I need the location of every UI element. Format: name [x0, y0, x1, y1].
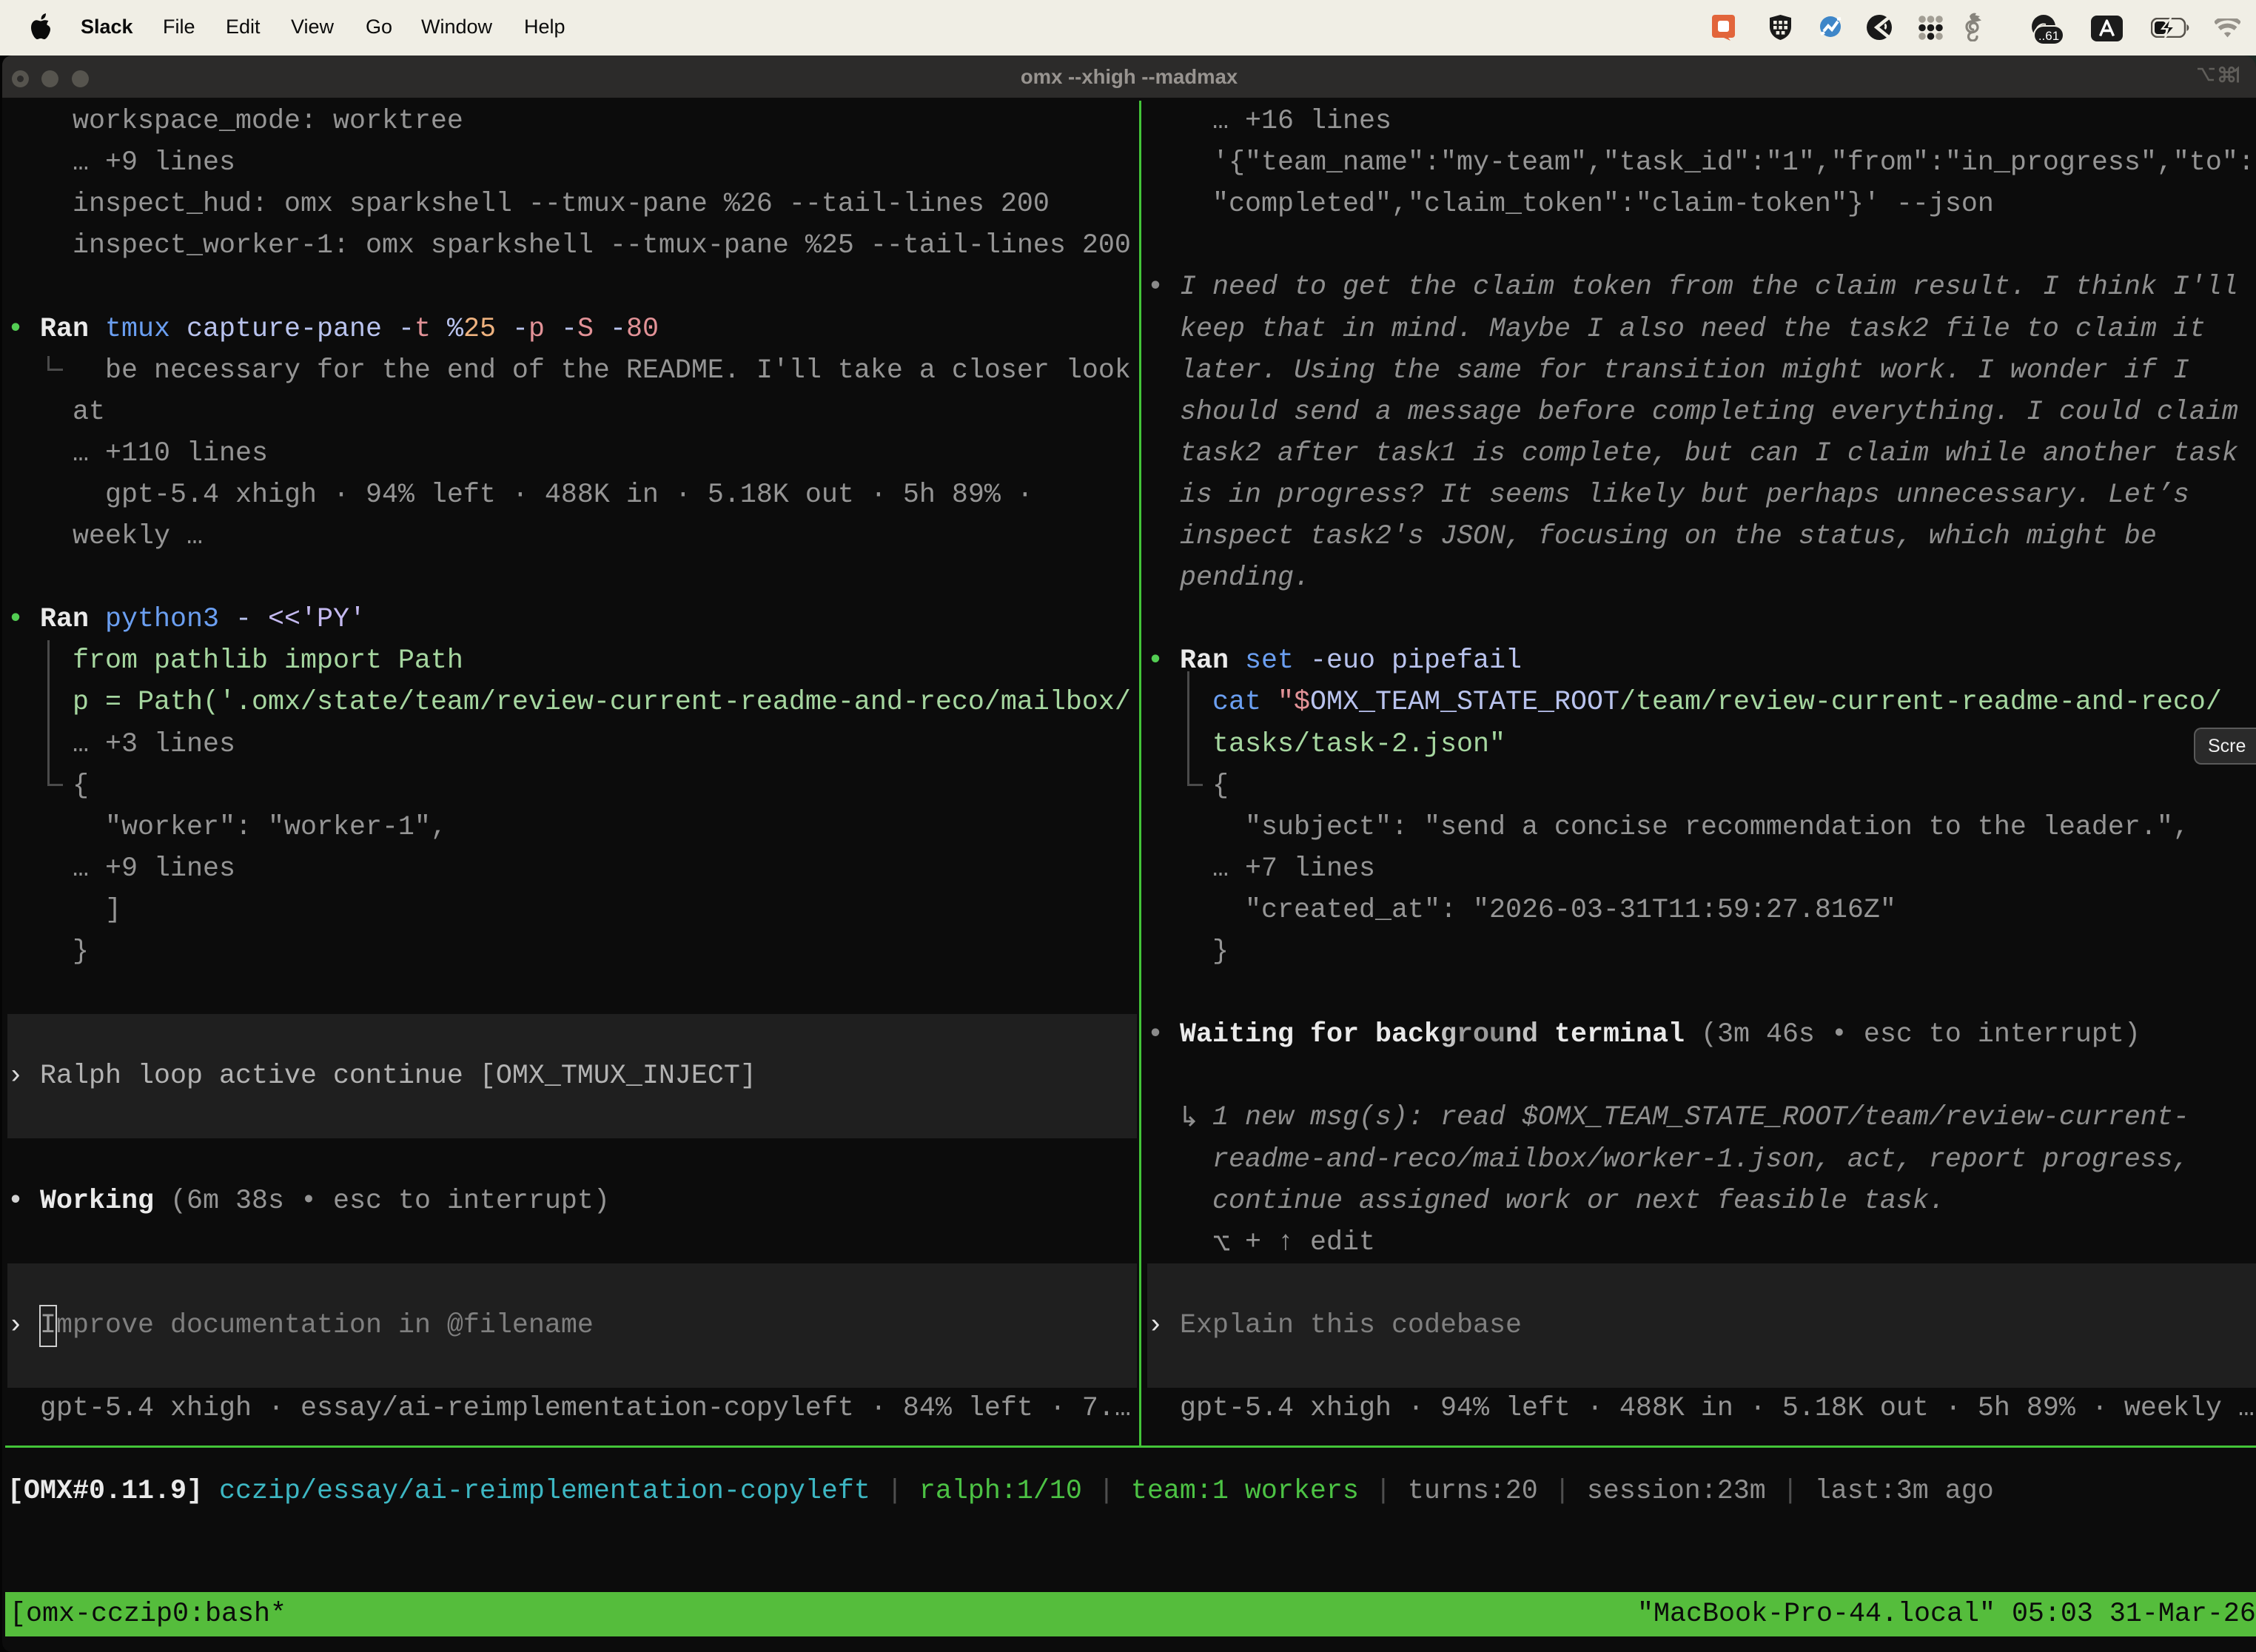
svg-text:..61: ..61: [2038, 29, 2059, 43]
